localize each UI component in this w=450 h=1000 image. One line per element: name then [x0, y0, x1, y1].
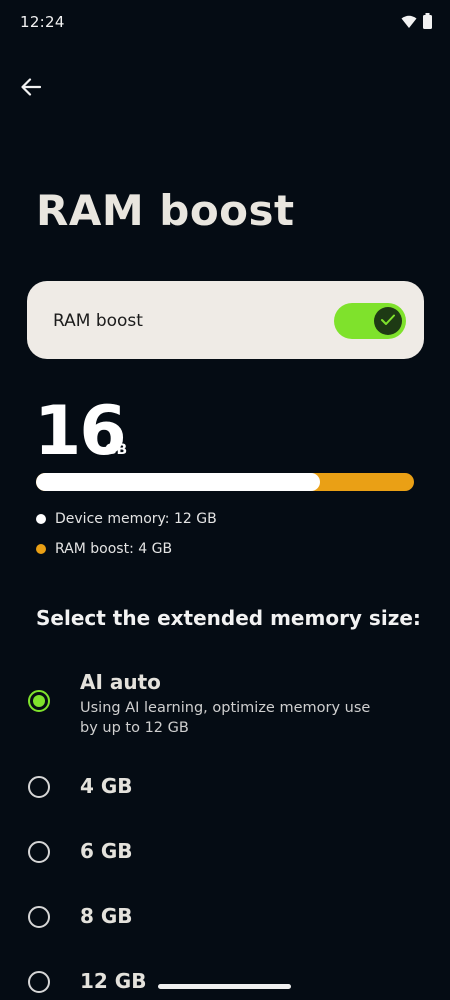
battery-icon [423, 13, 432, 29]
wifi-icon [401, 14, 417, 28]
status-time: 12:24 [20, 13, 65, 31]
option-8gb[interactable]: 8 GB [0, 900, 450, 936]
legend-device-memory: Device memory: 12 GB [36, 511, 217, 527]
option-12gb[interactable]: 12 GB [0, 965, 450, 1000]
option-6gb[interactable]: 6 GB [0, 835, 450, 871]
device-memory-fill [36, 473, 320, 491]
option-label: 12 GB [80, 969, 147, 993]
radio-button[interactable] [28, 776, 50, 798]
option-label: 8 GB [80, 904, 133, 928]
ram-boost-dot [36, 544, 46, 554]
radio-button[interactable] [28, 906, 50, 928]
radio-button[interactable] [28, 841, 50, 863]
toggle-thumb [374, 307, 402, 335]
toggle-label: RAM boost [53, 311, 143, 331]
option-4gb[interactable]: 4 GB [0, 770, 450, 806]
legend-ram-boost: RAM boost: 4 GB [36, 541, 172, 557]
ram-boost-screen: 12:24 RAM boost RAM boost 16 GB Device m… [0, 0, 450, 1000]
memory-total-unit: GB [105, 442, 128, 458]
option-label: 6 GB [80, 839, 133, 863]
memory-usage-bar [36, 473, 414, 491]
radio-button[interactable] [28, 690, 50, 712]
navigation-handle[interactable] [158, 984, 291, 989]
option-description: Using AI learning, optimize memory use b… [80, 700, 371, 736]
page-title: RAM boost [36, 186, 295, 235]
option-label: 4 GB [80, 774, 133, 798]
back-arrow-icon [21, 78, 42, 100]
section-title: Select the extended memory size: [36, 606, 421, 630]
option-label: AI auto [80, 670, 161, 694]
device-memory-dot [36, 514, 46, 524]
status-icons [401, 13, 432, 29]
legend-label: RAM boost: 4 GB [55, 541, 173, 557]
status-bar: 12:24 [0, 0, 450, 46]
radio-button[interactable] [28, 971, 50, 993]
legend-label: Device memory: 12 GB [55, 511, 217, 527]
option-ai-auto[interactable]: AI auto Using AI learning, optimize memo… [0, 668, 450, 742]
check-icon [380, 312, 396, 331]
ram-boost-toggle-card[interactable]: RAM boost [27, 281, 424, 359]
memory-total-value: 16 [34, 392, 127, 471]
ram-boost-switch[interactable] [334, 303, 406, 339]
back-button[interactable] [14, 72, 48, 106]
